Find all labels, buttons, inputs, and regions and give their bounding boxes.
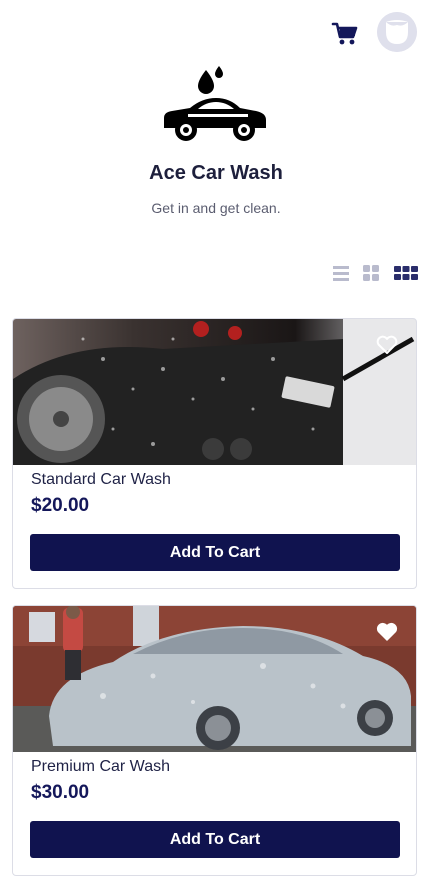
large-grid-icon[interactable] [393, 263, 419, 283]
avatar-icon [377, 12, 417, 52]
view-toggle-group [331, 263, 421, 283]
small-grid-icon[interactable] [361, 263, 381, 283]
product-card[interactable]: Premium Car Wash $30.00 Add To Cart [12, 605, 417, 876]
add-to-cart-button[interactable]: Add To Cart [30, 821, 400, 858]
product-image[interactable] [13, 606, 416, 752]
page-tagline: Get in and get clean. [151, 200, 281, 216]
car-wash-logo-icon [158, 62, 272, 146]
heart-filled-icon[interactable] [376, 622, 398, 642]
product-name[interactable]: Premium Car Wash [31, 758, 170, 776]
user-avatar-button[interactable] [377, 12, 417, 52]
product-price: $20.00 [31, 495, 90, 516]
add-to-cart-button[interactable]: Add To Cart [30, 534, 400, 571]
heart-outline-icon[interactable] [376, 335, 398, 355]
list-view-icon[interactable] [331, 263, 351, 283]
product-price: $30.00 [31, 782, 90, 803]
page-title: Ace Car Wash [149, 162, 283, 184]
product-card[interactable]: Standard Car Wash $20.00 Add To Cart [12, 318, 417, 589]
cart-icon[interactable] [331, 21, 359, 47]
top-bar [0, 0, 432, 66]
product-image[interactable] [13, 319, 416, 465]
product-name[interactable]: Standard Car Wash [31, 471, 171, 489]
